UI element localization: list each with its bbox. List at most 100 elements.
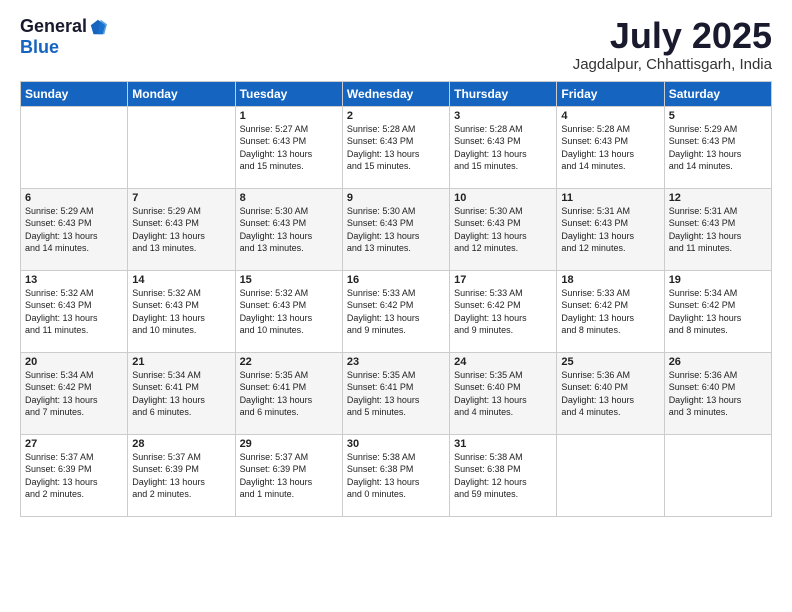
table-row: 18Sunrise: 5:33 AM Sunset: 6:42 PM Dayli… (557, 270, 664, 352)
calendar: Sunday Monday Tuesday Wednesday Thursday… (20, 81, 772, 517)
day-number: 13 (25, 274, 123, 286)
table-row: 11Sunrise: 5:31 AM Sunset: 6:43 PM Dayli… (557, 188, 664, 270)
day-number: 22 (240, 356, 338, 368)
day-info: Sunrise: 5:31 AM Sunset: 6:43 PM Dayligh… (561, 205, 659, 255)
day-number: 21 (132, 356, 230, 368)
col-wednesday: Wednesday (342, 81, 449, 106)
table-row (664, 434, 771, 516)
table-row: 3Sunrise: 5:28 AM Sunset: 6:43 PM Daylig… (450, 106, 557, 188)
location: Jagdalpur, Chhattisgarh, India (573, 56, 772, 73)
table-row: 14Sunrise: 5:32 AM Sunset: 6:43 PM Dayli… (128, 270, 235, 352)
calendar-week-row: 20Sunrise: 5:34 AM Sunset: 6:42 PM Dayli… (21, 352, 772, 434)
table-row: 31Sunrise: 5:38 AM Sunset: 6:38 PM Dayli… (450, 434, 557, 516)
calendar-week-row: 1Sunrise: 5:27 AM Sunset: 6:43 PM Daylig… (21, 106, 772, 188)
day-number: 30 (347, 438, 445, 450)
day-info: Sunrise: 5:32 AM Sunset: 6:43 PM Dayligh… (132, 287, 230, 337)
table-row: 16Sunrise: 5:33 AM Sunset: 6:42 PM Dayli… (342, 270, 449, 352)
logo-general: General (20, 16, 87, 37)
day-info: Sunrise: 5:28 AM Sunset: 6:43 PM Dayligh… (454, 123, 552, 173)
day-info: Sunrise: 5:32 AM Sunset: 6:43 PM Dayligh… (25, 287, 123, 337)
table-row: 2Sunrise: 5:28 AM Sunset: 6:43 PM Daylig… (342, 106, 449, 188)
table-row: 26Sunrise: 5:36 AM Sunset: 6:40 PM Dayli… (664, 352, 771, 434)
day-info: Sunrise: 5:28 AM Sunset: 6:43 PM Dayligh… (561, 123, 659, 173)
day-info: Sunrise: 5:37 AM Sunset: 6:39 PM Dayligh… (132, 451, 230, 501)
day-info: Sunrise: 5:37 AM Sunset: 6:39 PM Dayligh… (25, 451, 123, 501)
table-row: 15Sunrise: 5:32 AM Sunset: 6:43 PM Dayli… (235, 270, 342, 352)
table-row: 1Sunrise: 5:27 AM Sunset: 6:43 PM Daylig… (235, 106, 342, 188)
day-info: Sunrise: 5:33 AM Sunset: 6:42 PM Dayligh… (347, 287, 445, 337)
day-number: 25 (561, 356, 659, 368)
table-row: 4Sunrise: 5:28 AM Sunset: 6:43 PM Daylig… (557, 106, 664, 188)
day-info: Sunrise: 5:35 AM Sunset: 6:41 PM Dayligh… (240, 369, 338, 419)
day-info: Sunrise: 5:27 AM Sunset: 6:43 PM Dayligh… (240, 123, 338, 173)
day-info: Sunrise: 5:34 AM Sunset: 6:41 PM Dayligh… (132, 369, 230, 419)
day-info: Sunrise: 5:31 AM Sunset: 6:43 PM Dayligh… (669, 205, 767, 255)
day-info: Sunrise: 5:35 AM Sunset: 6:40 PM Dayligh… (454, 369, 552, 419)
day-number: 26 (669, 356, 767, 368)
calendar-header-row: Sunday Monday Tuesday Wednesday Thursday… (21, 81, 772, 106)
calendar-week-row: 6Sunrise: 5:29 AM Sunset: 6:43 PM Daylig… (21, 188, 772, 270)
day-info: Sunrise: 5:38 AM Sunset: 6:38 PM Dayligh… (347, 451, 445, 501)
day-info: Sunrise: 5:37 AM Sunset: 6:39 PM Dayligh… (240, 451, 338, 501)
day-number: 29 (240, 438, 338, 450)
day-number: 11 (561, 192, 659, 204)
day-info: Sunrise: 5:32 AM Sunset: 6:43 PM Dayligh… (240, 287, 338, 337)
calendar-week-row: 13Sunrise: 5:32 AM Sunset: 6:43 PM Dayli… (21, 270, 772, 352)
table-row: 9Sunrise: 5:30 AM Sunset: 6:43 PM Daylig… (342, 188, 449, 270)
table-row: 28Sunrise: 5:37 AM Sunset: 6:39 PM Dayli… (128, 434, 235, 516)
day-number: 20 (25, 356, 123, 368)
table-row: 21Sunrise: 5:34 AM Sunset: 6:41 PM Dayli… (128, 352, 235, 434)
table-row (128, 106, 235, 188)
day-info: Sunrise: 5:36 AM Sunset: 6:40 PM Dayligh… (669, 369, 767, 419)
day-info: Sunrise: 5:33 AM Sunset: 6:42 PM Dayligh… (561, 287, 659, 337)
month-title: July 2025 (573, 16, 772, 56)
day-number: 1 (240, 110, 338, 122)
day-number: 5 (669, 110, 767, 122)
table-row: 29Sunrise: 5:37 AM Sunset: 6:39 PM Dayli… (235, 434, 342, 516)
table-row: 10Sunrise: 5:30 AM Sunset: 6:43 PM Dayli… (450, 188, 557, 270)
table-row: 7Sunrise: 5:29 AM Sunset: 6:43 PM Daylig… (128, 188, 235, 270)
day-number: 16 (347, 274, 445, 286)
day-number: 17 (454, 274, 552, 286)
day-info: Sunrise: 5:34 AM Sunset: 6:42 PM Dayligh… (669, 287, 767, 337)
table-row: 25Sunrise: 5:36 AM Sunset: 6:40 PM Dayli… (557, 352, 664, 434)
table-row: 23Sunrise: 5:35 AM Sunset: 6:41 PM Dayli… (342, 352, 449, 434)
table-row: 6Sunrise: 5:29 AM Sunset: 6:43 PM Daylig… (21, 188, 128, 270)
day-info: Sunrise: 5:35 AM Sunset: 6:41 PM Dayligh… (347, 369, 445, 419)
table-row: 8Sunrise: 5:30 AM Sunset: 6:43 PM Daylig… (235, 188, 342, 270)
col-saturday: Saturday (664, 81, 771, 106)
day-number: 10 (454, 192, 552, 204)
table-row: 17Sunrise: 5:33 AM Sunset: 6:42 PM Dayli… (450, 270, 557, 352)
day-info: Sunrise: 5:30 AM Sunset: 6:43 PM Dayligh… (347, 205, 445, 255)
day-number: 31 (454, 438, 552, 450)
logo-icon (89, 18, 107, 36)
day-info: Sunrise: 5:33 AM Sunset: 6:42 PM Dayligh… (454, 287, 552, 337)
table-row: 5Sunrise: 5:29 AM Sunset: 6:43 PM Daylig… (664, 106, 771, 188)
day-info: Sunrise: 5:30 AM Sunset: 6:43 PM Dayligh… (240, 205, 338, 255)
day-number: 9 (347, 192, 445, 204)
logo: General Blue (20, 16, 107, 58)
table-row: 22Sunrise: 5:35 AM Sunset: 6:41 PM Dayli… (235, 352, 342, 434)
day-number: 23 (347, 356, 445, 368)
table-row: 20Sunrise: 5:34 AM Sunset: 6:42 PM Dayli… (21, 352, 128, 434)
table-row (21, 106, 128, 188)
logo-blue: Blue (20, 37, 59, 58)
day-number: 28 (132, 438, 230, 450)
table-row: 13Sunrise: 5:32 AM Sunset: 6:43 PM Dayli… (21, 270, 128, 352)
col-monday: Monday (128, 81, 235, 106)
calendar-week-row: 27Sunrise: 5:37 AM Sunset: 6:39 PM Dayli… (21, 434, 772, 516)
table-row: 12Sunrise: 5:31 AM Sunset: 6:43 PM Dayli… (664, 188, 771, 270)
day-info: Sunrise: 5:29 AM Sunset: 6:43 PM Dayligh… (669, 123, 767, 173)
table-row: 30Sunrise: 5:38 AM Sunset: 6:38 PM Dayli… (342, 434, 449, 516)
day-number: 19 (669, 274, 767, 286)
day-number: 4 (561, 110, 659, 122)
col-friday: Friday (557, 81, 664, 106)
day-number: 8 (240, 192, 338, 204)
page: General Blue July 2025 Jagdalpur, Chhatt… (0, 0, 792, 612)
header: General Blue July 2025 Jagdalpur, Chhatt… (20, 16, 772, 73)
day-info: Sunrise: 5:29 AM Sunset: 6:43 PM Dayligh… (132, 205, 230, 255)
day-number: 12 (669, 192, 767, 204)
day-number: 18 (561, 274, 659, 286)
day-number: 3 (454, 110, 552, 122)
col-thursday: Thursday (450, 81, 557, 106)
